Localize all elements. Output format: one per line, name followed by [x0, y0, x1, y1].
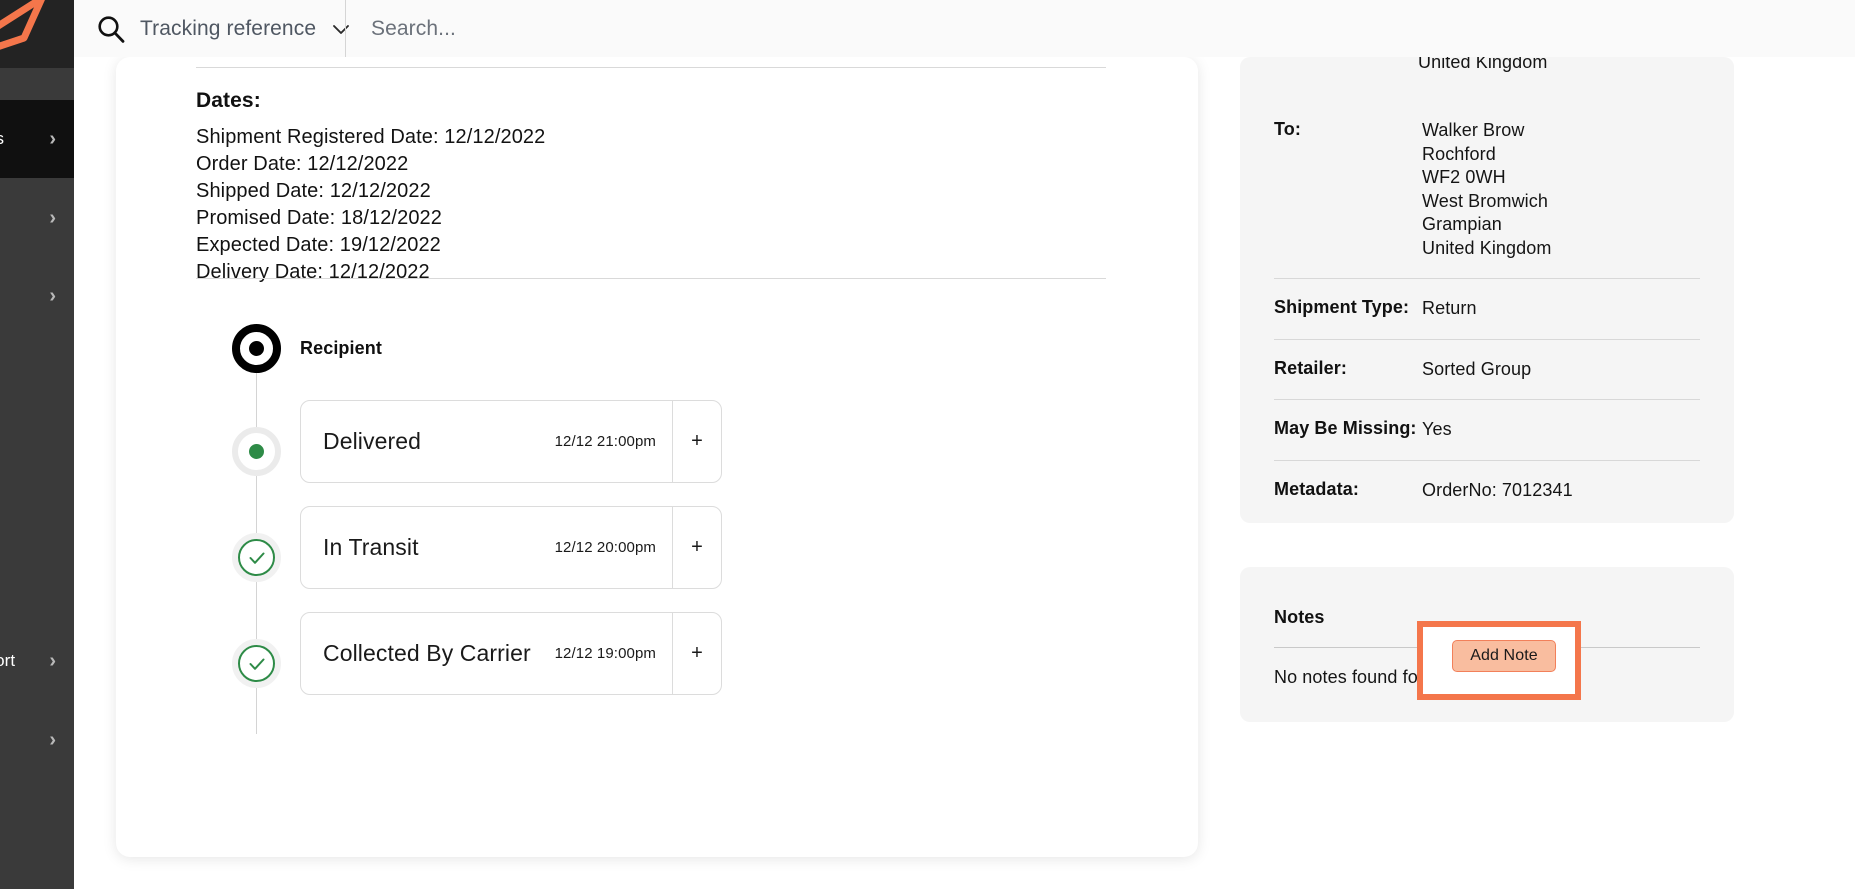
- notes-title: Notes: [1274, 607, 1325, 628]
- timeline-header-row: Recipient: [196, 322, 1116, 400]
- timeline-status-label: Collected By Carrier: [323, 640, 531, 667]
- sidebar-item-3[interactable]: ›: [0, 257, 74, 335]
- date-expected: Expected Date: 19/12/2022: [196, 232, 1096, 259]
- timeline-event-main: In Transit 12/12 20:00pm: [301, 507, 672, 588]
- search-field-wrapper: [346, 0, 1855, 57]
- detail-row-retailer: Retailer: Sorted Group: [1274, 340, 1700, 400]
- check-icon: [246, 547, 268, 569]
- sidebar-item-label: pport: [0, 651, 15, 671]
- timeline-row: Collected By Carrier 12/12 19:00pm +: [196, 612, 1116, 718]
- date-shipment-registered: Shipment Registered Date: 12/12/2022: [196, 124, 1096, 151]
- sidebar: ds › › › pport › ›: [0, 0, 74, 889]
- timeline-status-time: 12/12 20:00pm: [555, 539, 656, 556]
- logo-icon: [0, 0, 82, 64]
- detail-key: Metadata:: [1274, 479, 1422, 500]
- status-node-current-icon: [232, 427, 281, 476]
- shipment-details-panel: United Kingdom To: Walker Brow Rochford …: [1240, 57, 1734, 523]
- check-circle-icon: [238, 539, 275, 576]
- status-node-done-icon: [232, 533, 281, 582]
- status-node-dot: [249, 444, 264, 459]
- detail-key: May Be Missing:: [1274, 418, 1422, 439]
- search-input[interactable]: [371, 17, 971, 41]
- dates-section: Dates: Shipment Registered Date: 12/12/2…: [196, 89, 1096, 286]
- detail-row-metadata: Metadata: OrderNo: 7012341: [1274, 461, 1700, 521]
- detail-row-shipment-type: Shipment Type: Return: [1274, 279, 1700, 339]
- timeline-event-card[interactable]: In Transit 12/12 20:00pm +: [300, 506, 722, 589]
- timeline-status-time: 12/12 19:00pm: [555, 645, 656, 662]
- expand-event-button[interactable]: +: [673, 613, 721, 694]
- chevron-right-icon: ›: [49, 207, 56, 230]
- check-icon: [246, 653, 268, 675]
- status-node-done-icon: [232, 639, 281, 688]
- timeline-row: In Transit 12/12 20:00pm +: [196, 506, 1116, 612]
- detail-row-may-be-missing: May Be Missing: Yes: [1274, 400, 1700, 460]
- timeline-status-label: Delivered: [323, 428, 421, 455]
- expand-event-button[interactable]: +: [673, 507, 721, 588]
- date-delivery: Delivery Date: 12/12/2022: [196, 259, 1096, 286]
- chevron-right-icon: ›: [49, 128, 56, 151]
- check-circle-icon: [238, 645, 275, 682]
- timeline-event-card[interactable]: Delivered 12/12 21:00pm +: [300, 400, 722, 483]
- detail-row-to: To: Walker Brow Rochford WF2 0WH West Br…: [1274, 119, 1700, 278]
- detail-value: Sorted Group: [1422, 358, 1531, 382]
- chevron-right-icon: ›: [49, 285, 56, 308]
- timeline-row: Delivered 12/12 21:00pm +: [196, 400, 1116, 506]
- page-scrollbar[interactable]: [1849, 57, 1855, 889]
- detail-value: Yes: [1422, 418, 1452, 442]
- timeline-event-main: Delivered 12/12 21:00pm: [301, 401, 672, 482]
- app-logo[interactable]: [0, 0, 74, 68]
- search-type-selector[interactable]: Tracking reference: [96, 0, 352, 57]
- detail-key: Retailer:: [1274, 358, 1422, 379]
- recipient-label: Recipient: [300, 338, 382, 359]
- detail-value: OrderNo: 7012341: [1422, 479, 1573, 503]
- dates-title: Dates:: [196, 89, 1096, 113]
- tracking-timeline: Recipient Delivered 12/12 21:00pm +: [196, 322, 1116, 718]
- timeline-event-card[interactable]: Collected By Carrier 12/12 19:00pm +: [300, 612, 722, 695]
- add-note-button[interactable]: Add Note: [1452, 640, 1556, 672]
- date-shipped: Shipped Date: 12/12/2022: [196, 178, 1096, 205]
- chevron-right-icon: ›: [49, 650, 56, 673]
- detail-key: Shipment Type:: [1274, 297, 1422, 318]
- from-country-clipped: United Kingdom: [1418, 57, 1547, 73]
- sidebar-item-2[interactable]: ›: [0, 179, 74, 257]
- recipient-node-icon: [232, 324, 281, 373]
- sidebar-item-5[interactable]: ›: [0, 701, 74, 779]
- timeline-event-main: Collected By Carrier 12/12 19:00pm: [301, 613, 672, 694]
- top-search-bar: Tracking reference: [74, 0, 1855, 57]
- date-order: Order Date: 12/12/2022: [196, 151, 1096, 178]
- sidebar-item-dashboards[interactable]: ds ›: [0, 100, 74, 178]
- sidebar-item-support[interactable]: pport ›: [0, 622, 74, 700]
- date-promised: Promised Date: 18/12/2022: [196, 205, 1096, 232]
- expand-event-button[interactable]: +: [673, 401, 721, 482]
- divider-below-dates: [196, 278, 1106, 279]
- page-body: Dates: Shipment Registered Date: 12/12/2…: [74, 57, 1855, 889]
- sidebar-item-label: ds: [0, 129, 4, 149]
- detail-value-address: Walker Brow Rochford WF2 0WH West Bromwi…: [1422, 119, 1551, 260]
- recipient-node-dot: [249, 341, 264, 356]
- chevron-right-icon: ›: [49, 729, 56, 752]
- timeline-status-time: 12/12 21:00pm: [555, 433, 656, 450]
- shipment-detail-card: Dates: Shipment Registered Date: 12/12/2…: [116, 57, 1198, 857]
- search-type-label: Tracking reference: [140, 17, 316, 41]
- divider-above-dates: [196, 67, 1106, 68]
- detail-value: Return: [1422, 297, 1477, 321]
- search-icon: [96, 14, 126, 44]
- detail-key: To:: [1274, 119, 1422, 140]
- timeline-status-label: In Transit: [323, 534, 419, 561]
